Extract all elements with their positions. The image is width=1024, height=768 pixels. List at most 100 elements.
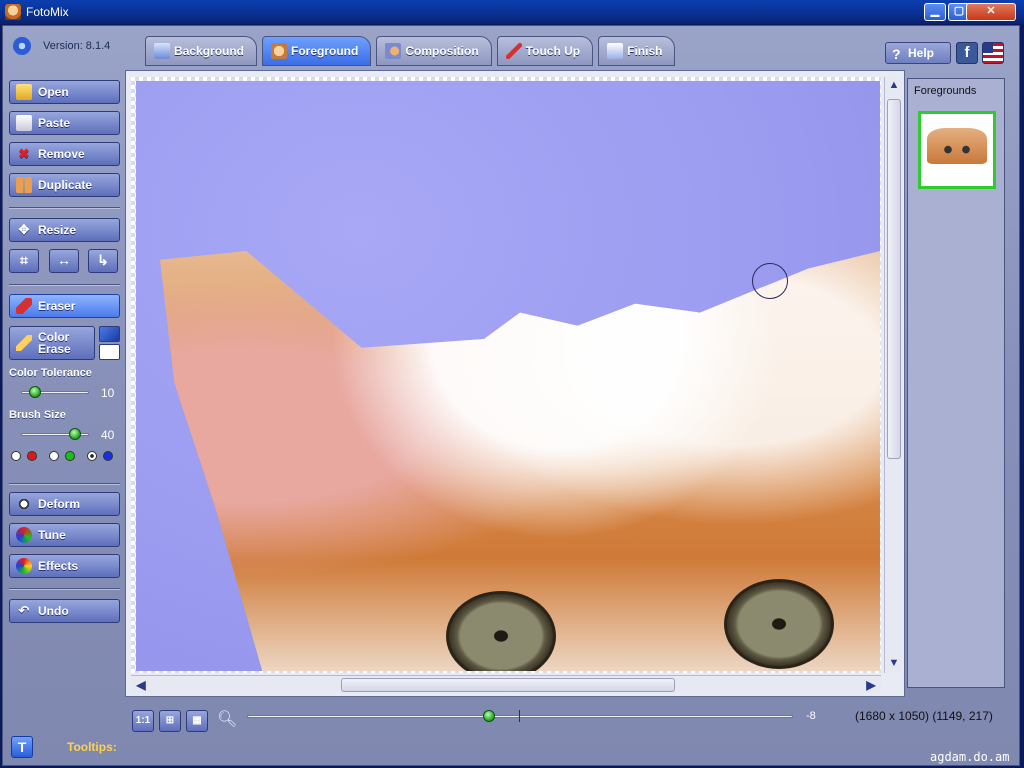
duplicate-icon	[16, 177, 32, 193]
color-swatch[interactable]	[99, 344, 120, 360]
tab-label: Touch Up	[525, 44, 581, 58]
us-flag-icon[interactable]	[982, 42, 1004, 64]
vertical-scroll-thumb[interactable]	[887, 99, 901, 459]
brush-size-label: Brush Size	[9, 409, 66, 421]
actual-size-button[interactable]: 1:1	[132, 710, 154, 732]
effects-icon	[16, 558, 32, 574]
tab-foreground[interactable]: Foreground	[262, 36, 372, 66]
open-label: Open	[38, 85, 69, 99]
app-icon	[5, 4, 21, 20]
grid-toggle-button[interactable]: ▦	[186, 710, 208, 732]
vertical-scrollbar[interactable]: ▲ ▼	[884, 77, 902, 673]
fit-window-button[interactable]: ⊞	[159, 710, 181, 732]
scroll-right-icon[interactable]: ▶	[863, 677, 879, 693]
close-button[interactable]: ✕	[966, 3, 1016, 21]
minimize-button[interactable]: ▁	[924, 3, 946, 21]
remove-button[interactable]: ✖ Remove	[9, 142, 120, 166]
color-erase-label-2: Erase	[38, 342, 71, 356]
tab-composition[interactable]: Composition	[376, 36, 492, 66]
cat-eye-right	[724, 579, 834, 669]
color-radio-green[interactable]	[65, 451, 75, 461]
color-radio-blue[interactable]	[103, 451, 113, 461]
tune-label: Tune	[38, 528, 66, 542]
app-body: Version: 8.1.4 Background Foreground Com…	[2, 25, 1020, 766]
tab-label: Foreground	[291, 44, 359, 58]
effects-button[interactable]: Effects	[9, 554, 120, 578]
color-radio-white[interactable]	[11, 451, 21, 461]
foregrounds-title: Foregrounds	[914, 85, 977, 97]
tooltips-label: Tooltips:	[67, 740, 117, 754]
tab-background[interactable]: Background	[145, 36, 258, 66]
brush-cursor	[752, 263, 788, 299]
scroll-up-icon[interactable]: ▲	[886, 77, 902, 93]
cat-eye-left	[446, 591, 556, 671]
zoom-slider[interactable]	[247, 715, 793, 718]
eraser-button[interactable]: Eraser	[9, 294, 120, 318]
main-tabs: Background Foreground Composition Touch …	[145, 36, 680, 66]
grid-icon: ▦	[192, 715, 202, 726]
toolbar-divider	[9, 284, 120, 286]
touchup-icon	[505, 43, 522, 59]
kitten-thumbnail-image	[927, 128, 987, 164]
tune-button[interactable]: Tune	[9, 523, 120, 547]
undo-arrow-icon: ↶	[18, 603, 30, 618]
horizontal-scrollbar[interactable]: ◀ ▶	[131, 675, 881, 693]
horizontal-scroll-thumb[interactable]	[341, 678, 675, 692]
color-radio-red[interactable]	[27, 451, 37, 461]
magnifier-icon: 🔍︎	[217, 711, 238, 728]
window-title: FotoMix	[26, 5, 69, 19]
help-label: Help	[908, 46, 935, 60]
rotate-icon: ↳	[97, 252, 109, 268]
fit-window-icon: ⊞	[165, 715, 175, 726]
background-icon	[154, 43, 170, 59]
zoom-center-tick	[519, 710, 520, 722]
color-tolerance-knob[interactable]	[28, 386, 41, 398]
crop-button[interactable]: ⌗	[9, 249, 39, 273]
toolbar-divider	[9, 483, 120, 485]
remove-x-icon: ✖	[18, 146, 30, 161]
color-radio-white-2[interactable]	[49, 451, 59, 461]
title-bar: FotoMix ▁ ▢ ✕	[0, 0, 1024, 24]
paste-button[interactable]: Paste	[9, 111, 120, 135]
pencil-icon	[16, 335, 32, 351]
image-size-cursor-status: (1680 x 1050) (1149, 217)	[855, 709, 993, 723]
finish-icon	[607, 43, 624, 59]
undo-button[interactable]: ↶ Undo	[9, 599, 120, 623]
flip-button[interactable]: ↔	[49, 249, 79, 273]
rotate-button[interactable]: ↳	[88, 249, 118, 273]
zoom-knob[interactable]	[483, 710, 495, 722]
deform-label: Deform	[38, 497, 81, 511]
tab-finish[interactable]: Finish	[598, 36, 676, 66]
canvas-area[interactable]: ▲ ▼ ◀ ▶	[125, 70, 905, 697]
editing-canvas[interactable]	[136, 81, 880, 671]
foregrounds-panel: Foregrounds	[907, 78, 1005, 688]
color-radio-selected[interactable]	[87, 451, 97, 461]
settings-gear-icon[interactable]	[13, 37, 31, 55]
facebook-icon[interactable]: f	[956, 42, 978, 64]
open-button[interactable]: Open	[9, 80, 120, 104]
actual-size-icon: 1:1	[135, 715, 151, 726]
help-button[interactable]: ? Help	[885, 42, 951, 64]
tab-touch-up[interactable]: Touch Up	[496, 36, 594, 66]
color-tolerance-value: 10	[101, 386, 115, 400]
duplicate-button[interactable]: Duplicate	[9, 173, 120, 197]
resize-button[interactable]: ✥ Resize	[9, 218, 120, 242]
remove-label: Remove	[38, 147, 85, 161]
app-window: FotoMix ▁ ▢ ✕ Version: 8.1.4 Background …	[0, 0, 1024, 768]
scroll-left-icon[interactable]: ◀	[133, 677, 149, 693]
help-question-icon: ?	[892, 46, 901, 62]
brush-size-knob[interactable]	[69, 428, 82, 440]
tab-label: Composition	[405, 44, 479, 58]
color-erase-button[interactable]: Color Erase	[9, 326, 95, 360]
zoom-value: -8	[806, 710, 816, 722]
color-wheel-icon	[16, 527, 32, 543]
deform-button[interactable]: Deform	[9, 492, 120, 516]
tooltips-toggle-button[interactable]: T	[11, 736, 33, 758]
scroll-down-icon[interactable]: ▼	[886, 655, 902, 671]
foreground-icon	[271, 43, 288, 59]
effects-label: Effects	[38, 559, 79, 573]
foreground-thumbnail[interactable]	[918, 111, 996, 189]
toolbar-divider	[9, 588, 120, 590]
color-picker-icon[interactable]	[99, 326, 120, 342]
resize-label: Resize	[38, 223, 77, 237]
